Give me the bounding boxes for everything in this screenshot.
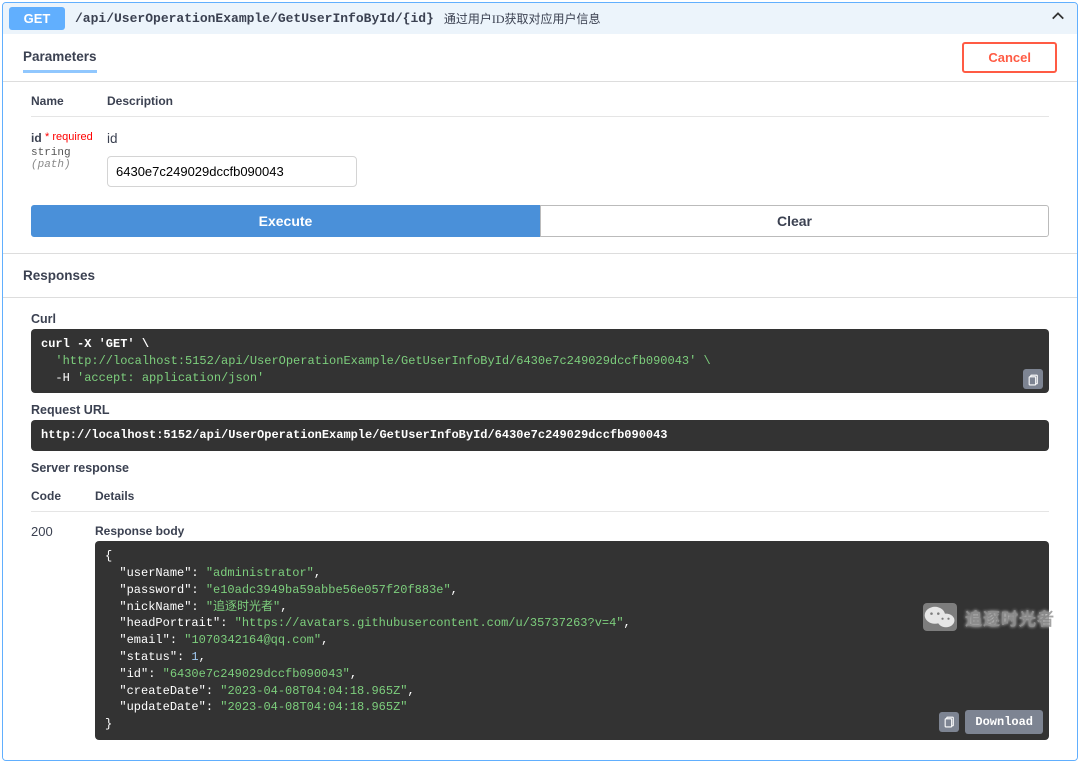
json-id: 6430e7c249029dccfb090043 [170,667,343,681]
json-status: 1 [191,650,198,664]
http-method-badge: GET [9,7,65,30]
param-input-id[interactable] [107,156,357,187]
clipboard-icon [943,715,956,728]
param-name-cell: id * required string (path) [31,131,107,187]
curl-code-block: curl -X 'GET' \ 'http://localhost:5152/a… [31,329,1049,393]
responses-body: Curl curl -X 'GET' \ 'http://localhost:5… [3,298,1077,760]
param-description: id [107,131,1049,146]
response-body-json: { "userName": "administrator", "password… [95,541,1049,740]
json-headPortrait: https://avatars.githubusercontent.com/u/… [242,616,616,630]
param-name: id [31,131,42,145]
json-updateDate: 2023-04-08T04:04:18.965Z [227,700,400,714]
server-response-label: Server response [31,461,1049,475]
responses-heading: Responses [3,253,1077,298]
execute-button[interactable]: Execute [31,205,540,237]
response-row-200: 200 Response body { "userName": "adminis… [31,512,1049,740]
endpoint-path: /api/UserOperationExample/GetUserInfoByI… [75,11,434,26]
request-url-block: http://localhost:5152/api/UserOperationE… [31,420,1049,451]
tab-parameters[interactable]: Parameters [23,43,97,73]
param-required-label: * required [45,131,93,143]
download-controls: Download [939,710,1043,734]
json-nickName: 追逐时光者 [213,600,273,614]
operation-header[interactable]: GET /api/UserOperationExample/GetUserInf… [3,3,1077,34]
request-url-label: Request URL [31,403,1049,417]
action-buttons-row: Execute Clear [3,205,1077,253]
param-location: (path) [31,159,107,171]
endpoint-summary: 通过用户ID获取对应用户信息 [444,10,601,27]
param-header-name: Name [31,94,107,108]
curl-label: Curl [31,312,1049,326]
json-email: 1070342164@qq.com [191,633,313,647]
chevron-up-icon [1051,9,1065,28]
json-password: e10adc3949ba59abbe56e057f20f883e [213,583,443,597]
clipboard-icon [1027,373,1040,386]
curl-header-pre: -H [41,371,77,385]
response-table-header: Code Details [31,489,1049,512]
response-header-details: Details [95,489,134,503]
download-button[interactable]: Download [965,710,1043,734]
param-description-cell: id [107,131,1049,187]
json-createDate: 2023-04-08T04:04:18.965Z [227,684,400,698]
response-body-label: Response body [95,524,1049,538]
param-type: string [31,147,107,159]
param-table-header: Name Description [31,94,1049,117]
response-status-code: 200 [31,524,95,740]
json-userName: administrator [213,566,307,580]
param-row-id: id * required string (path) id [31,117,1049,187]
curl-url: 'http://localhost:5152/api/UserOperation… [41,354,711,368]
response-header-code: Code [31,489,95,503]
copy-response-button[interactable] [939,712,959,732]
parameters-tabbar: Parameters Cancel [3,34,1077,82]
parameters-area: Name Description id * required string (p… [3,82,1077,205]
param-header-description: Description [107,94,1049,108]
curl-cmd: curl -X 'GET' \ [41,337,149,351]
operation-panel: GET /api/UserOperationExample/GetUserInf… [2,2,1078,761]
response-details-cell: Response body { "userName": "administrat… [95,524,1049,740]
copy-curl-button[interactable] [1023,369,1043,389]
curl-header-val: 'accept: application/json' [77,371,264,385]
cancel-button[interactable]: Cancel [962,42,1057,73]
clear-button[interactable]: Clear [540,205,1049,237]
operation-body: Parameters Cancel Name Description id * … [3,34,1077,760]
